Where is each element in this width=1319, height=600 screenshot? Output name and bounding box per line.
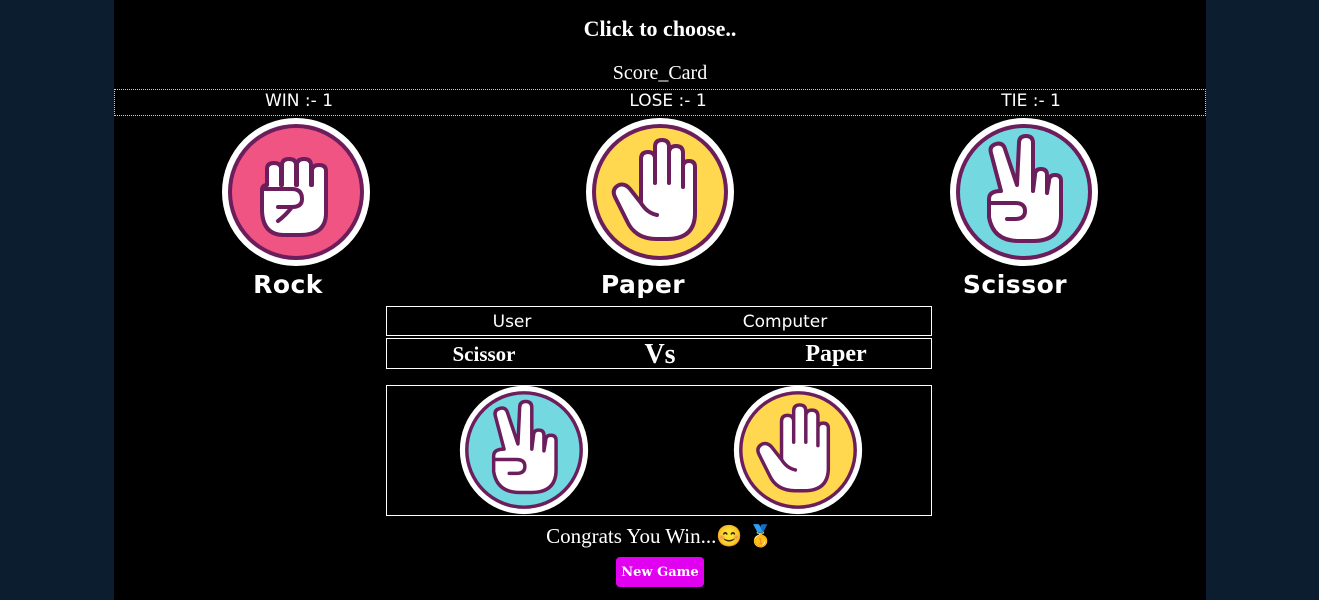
computer-header: Computer: [742, 312, 828, 332]
user-pick-peace-hand-icon: [459, 385, 589, 515]
user-choice: Scissor: [452, 342, 516, 366]
user-header: User: [492, 312, 532, 332]
versus-table: User Computer Scissor Vs Paper: [386, 306, 932, 370]
fist-icon[interactable]: [221, 117, 371, 267]
scissor-choice[interactable]: [949, 117, 1099, 272]
game-container: Click to choose.. Score_Card WIN :- 1 LO…: [114, 0, 1206, 600]
computer-choice: Paper: [805, 341, 867, 367]
rock-choice[interactable]: [221, 117, 371, 272]
open-hand-icon[interactable]: [585, 117, 735, 267]
computer-pick-open-hand-icon: [733, 385, 863, 515]
scissor-label: Scissor: [962, 270, 1068, 299]
result-message: Congrats You Win...😊 🥇: [546, 524, 774, 548]
win-score: WIN :- 1: [264, 91, 334, 111]
new-game-button[interactable]: New Game: [616, 557, 704, 587]
paper-label: Paper: [600, 270, 686, 299]
versus-header-row: User Computer: [386, 306, 932, 336]
score-card-title: Score_Card: [612, 62, 708, 84]
tie-score: TIE :- 1: [1001, 91, 1061, 111]
versus-picks-row: Scissor Vs Paper: [386, 338, 932, 370]
vs-label: Vs: [644, 339, 676, 370]
paper-choice[interactable]: [585, 117, 735, 272]
peace-hand-icon[interactable]: [949, 117, 1099, 267]
instruction-heading: Click to choose..: [583, 16, 737, 41]
rock-label: Rock: [253, 270, 323, 299]
score-card: WIN :- 1 LOSE :- 1 TIE :- 1: [114, 89, 1206, 116]
result-panel: [386, 385, 932, 516]
lose-score: LOSE :- 1: [629, 91, 707, 111]
